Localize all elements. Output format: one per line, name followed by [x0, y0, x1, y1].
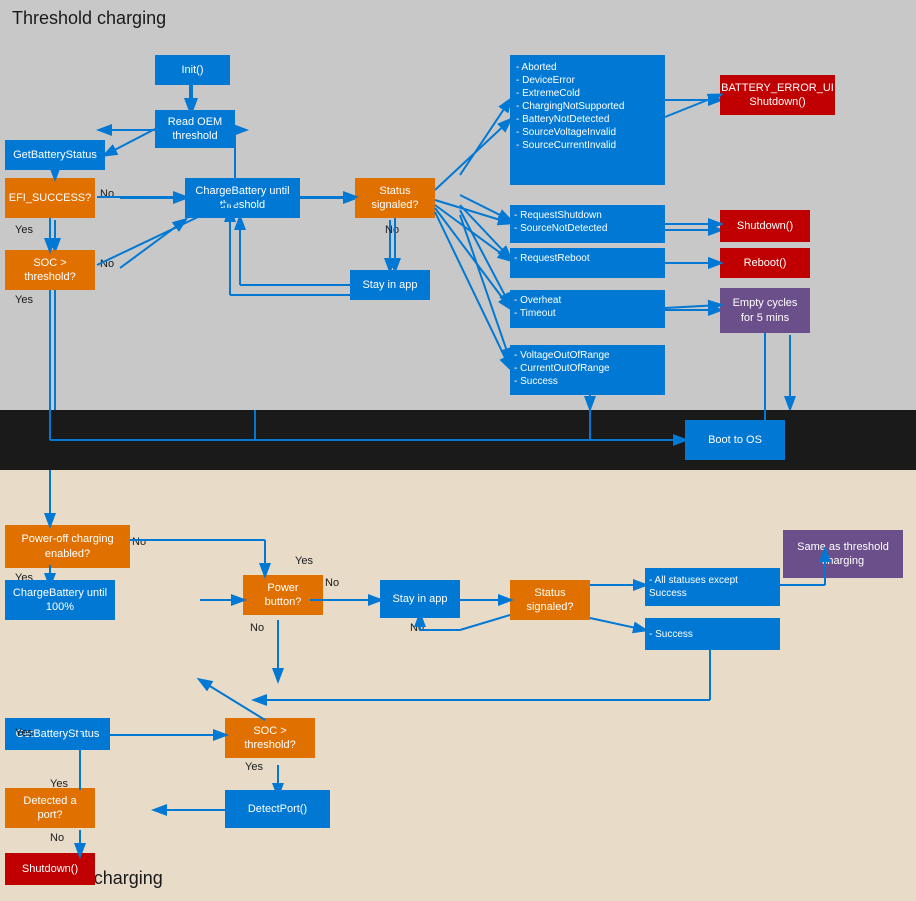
all-statuses-box: - All statuses except Success [645, 568, 780, 606]
boot-to-os-box: Boot to OS [685, 420, 785, 460]
middle-section: Boot to OS [0, 410, 916, 470]
aborted-group-box: - Aborted - DeviceError - ExtremeCold - … [510, 55, 665, 185]
read-oem-box: Read OEM threshold [155, 110, 235, 148]
power-btn-no2-label: No [250, 622, 264, 634]
detected-yes-label: Yes [50, 778, 68, 790]
charge-battery-threshold-box: ChargeBattery until threshold [185, 178, 300, 218]
soc-yes-label: Yes [15, 294, 33, 306]
voltage-group-box: - VoltageOutOfRange - CurrentOutOfRange … [510, 345, 665, 395]
soc-no-label: No [100, 258, 114, 270]
status-signaled-box: Status signaled? [355, 178, 435, 218]
soc-threshold-box: SOC > threshold? [5, 250, 95, 290]
same-as-threshold-box: Same as threshold charging [783, 530, 903, 578]
soc-bot-yes-label: Yes [245, 761, 263, 773]
efi-success-box: EFI_SUCCESS? [5, 178, 95, 218]
request-shutdown-box: - RequestShutdown - SourceNotDetected [510, 205, 665, 243]
empty-cycles-box: Empty cycles for 5 mins [720, 288, 810, 333]
bottom-arrows [0, 470, 916, 901]
power-btn-yes-label: Yes [295, 555, 313, 567]
power-button-box: Power button? [243, 575, 323, 615]
init-box: Init() [155, 55, 230, 85]
stay-in-app-box: Stay in app [350, 270, 430, 300]
status-no-label: No [385, 224, 399, 236]
reboot-box: Reboot() [720, 248, 810, 278]
get-battery-status-box: GetBatteryStatus [5, 140, 105, 170]
stay-no-label: No [410, 622, 424, 634]
status-signaled-bot-box: Status signaled? [510, 580, 590, 620]
shutdown-box-top: Shutdown() [720, 210, 810, 242]
detected-port-box: Detected a port? [5, 788, 95, 828]
detected-no-label: No [50, 832, 64, 844]
power-off-charging-box: Power-off charging enabled? [5, 525, 130, 568]
detect-port-box: DetectPort() [225, 790, 330, 828]
power-off-no-label: No [132, 536, 146, 548]
power-btn-no-label: No [325, 577, 339, 589]
request-reboot-box: - RequestReboot [510, 248, 665, 278]
threshold-charging-section: Threshold charging [0, 0, 916, 410]
shutdown-bot-box: Shutdown() [5, 853, 95, 885]
get-battery-yes-label: Yes [15, 727, 33, 739]
top-arrows-detail [0, 0, 916, 410]
soc-threshold-bot-box: SOC > threshold? [225, 718, 315, 758]
threshold-title: Threshold charging [12, 8, 166, 29]
charge-battery-100-box: ChargeBattery until 100% [5, 580, 115, 620]
efi-yes-label: Yes [15, 224, 33, 236]
top-arrows [0, 0, 916, 410]
battery-error-box: BATTERY_ERROR_UI Shutdown() [720, 75, 835, 115]
stay-in-app-bot-box: Stay in app [380, 580, 460, 618]
overheat-group-box: - Overheat - Timeout [510, 290, 665, 328]
success-box: - Success [645, 618, 780, 650]
efi-no-label: No [100, 188, 114, 200]
power-off-charging-section: Power-off charging [0, 470, 916, 901]
